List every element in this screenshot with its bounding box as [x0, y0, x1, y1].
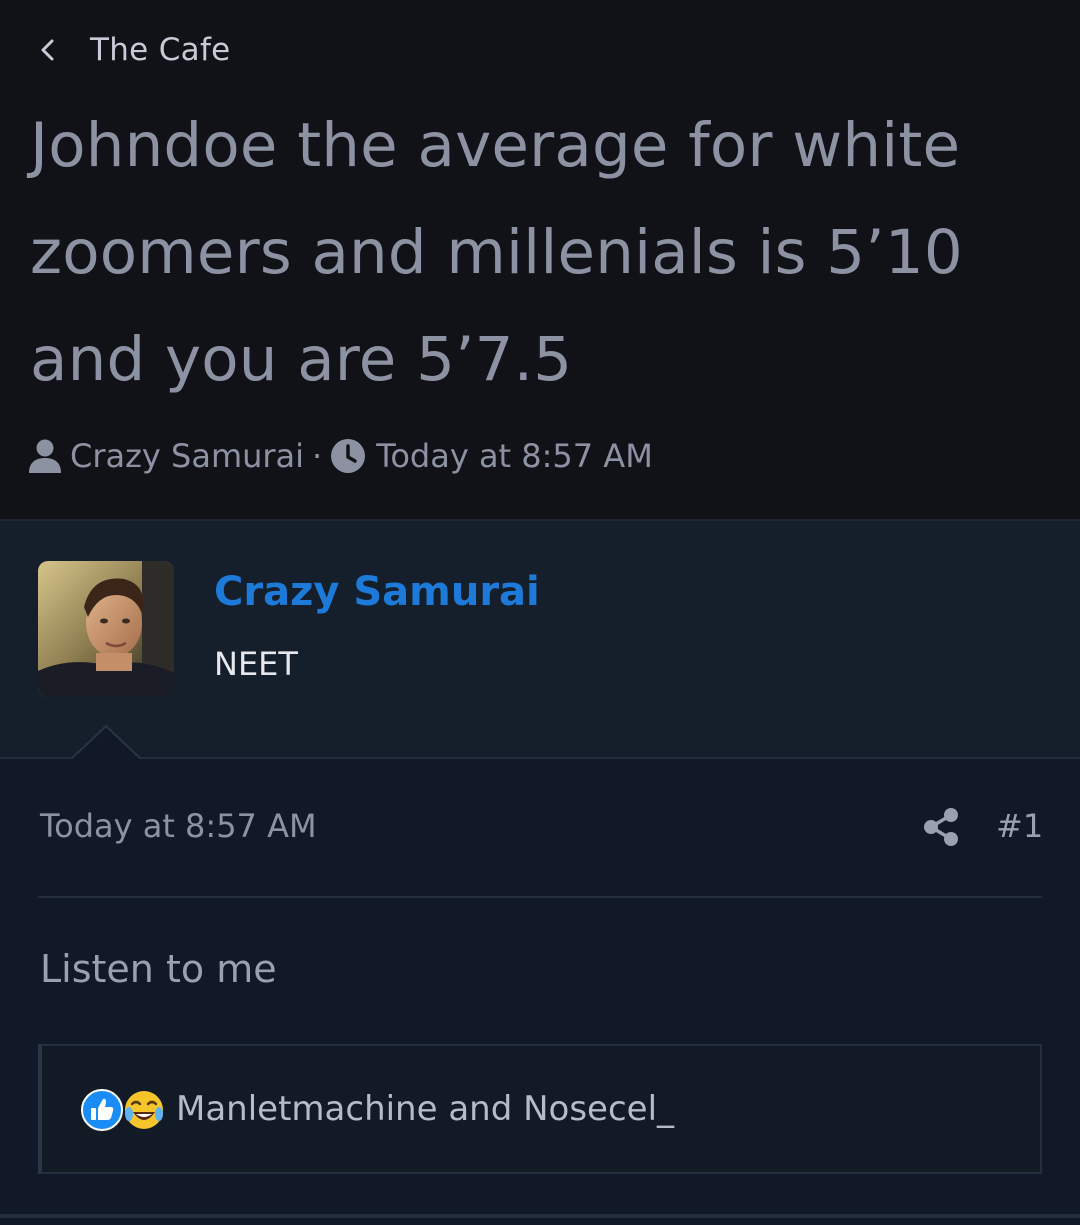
reactions-users-link[interactable]: Manletmachine and Nosecel_ [176, 1089, 674, 1129]
reactions-bar: Manletmachine and Nosecel_ [38, 1044, 1042, 1174]
like-icon [81, 1089, 123, 1131]
chevron-left-icon[interactable] [34, 36, 62, 64]
clock-icon [331, 439, 366, 473]
reaction-icons [80, 1086, 166, 1132]
thread-time: Today at 8:57 AM [376, 437, 653, 475]
post-body: Today at 8:57 AM #1 Listen to me Manletm… [0, 759, 1080, 1225]
avatar[interactable] [38, 561, 174, 697]
laugh-icon [125, 1091, 163, 1129]
thread-author-link[interactable]: Crazy Samurai [70, 437, 304, 475]
divider [38, 896, 1042, 898]
meta-separator: · [312, 437, 323, 475]
thread-meta: Crazy Samurai · Today at 8:57 AM [28, 433, 653, 479]
post-number-link[interactable]: #1 [996, 807, 1043, 845]
user-icon [29, 439, 61, 473]
post-username[interactable]: Crazy Samurai [214, 569, 540, 615]
divider [0, 1214, 1080, 1218]
thread-header: The Cafe Johndoe the average for white z… [0, 0, 1080, 521]
thread-title: Johndoe the average for white zoomers an… [30, 110, 963, 395]
post-user-block: Crazy Samurai NEET [0, 521, 1080, 762]
breadcrumb-forum-link[interactable]: The Cafe [90, 32, 231, 68]
user-title: NEET [214, 645, 298, 683]
breadcrumb[interactable]: The Cafe [34, 28, 231, 72]
post-text: Listen to me [40, 947, 277, 991]
message-arrow [68, 724, 144, 762]
share-icon[interactable] [922, 807, 960, 847]
post-date-link[interactable]: Today at 8:57 AM [40, 807, 317, 845]
